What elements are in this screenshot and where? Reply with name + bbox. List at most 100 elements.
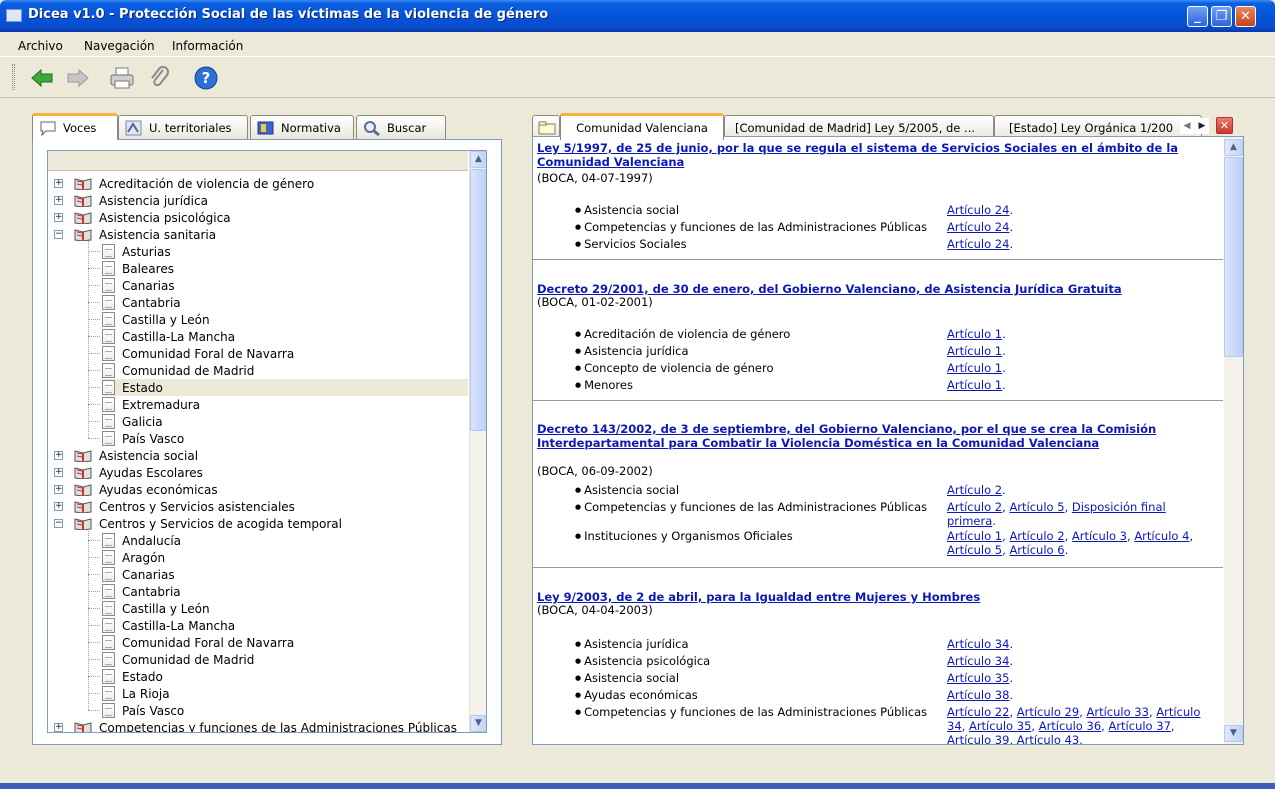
topic-tree[interactable]: + Acreditación de violencia de género + Asi… xyxy=(47,150,487,733)
article-link[interactable]: Artículo 5 xyxy=(1009,500,1064,514)
article-link[interactable]: Artículo 2 xyxy=(1009,529,1064,543)
close-tab-icon[interactable]: ✕ xyxy=(1216,117,1233,134)
tree-node-category[interactable]: + Asistencia psicológica xyxy=(54,209,231,226)
tree-node-region[interactable]: Castilla-La Mancha xyxy=(102,617,468,634)
tree-node-category[interactable]: + Ayudas económicas xyxy=(54,481,218,498)
expand-icon[interactable]: + xyxy=(54,723,63,732)
attach-button[interactable] xyxy=(146,64,174,92)
tree-node-category[interactable]: + Asistencia jurídica xyxy=(54,192,208,209)
article-link[interactable]: Artículo 1 xyxy=(947,327,1002,341)
article-link[interactable]: Artículo 1 xyxy=(947,344,1002,358)
tree-node-region[interactable]: Canarias xyxy=(102,277,468,294)
forward-button[interactable] xyxy=(64,64,92,92)
scroll-thumb[interactable] xyxy=(1224,157,1243,357)
scroll-thumb[interactable] xyxy=(470,169,486,431)
tab-buscar[interactable]: Buscar xyxy=(356,115,446,139)
tree-node-region[interactable]: Comunidad de Madrid xyxy=(102,362,468,379)
article-link[interactable]: Artículo 34 xyxy=(947,637,1009,651)
print-button[interactable] xyxy=(108,64,136,92)
article-link[interactable]: Artículo 43 xyxy=(1017,733,1079,744)
expand-icon[interactable]: + xyxy=(54,485,63,494)
collapse-icon[interactable]: − xyxy=(54,519,63,528)
tree-node-region[interactable]: La Rioja xyxy=(102,685,468,702)
tab-territoriales[interactable]: U. territoriales xyxy=(118,115,248,139)
article-link[interactable]: Artículo 38 xyxy=(947,688,1009,702)
article-link[interactable]: Artículo 5 xyxy=(947,543,1002,557)
expand-icon[interactable]: + xyxy=(54,502,63,511)
document-scrollbar[interactable]: ▲ ▼ xyxy=(1224,137,1243,744)
tree-node-region[interactable]: Castilla y León xyxy=(102,600,468,617)
article-link[interactable]: Artículo 35 xyxy=(947,671,1009,685)
tree-node-region[interactable]: Estado xyxy=(102,379,468,396)
maximize-button[interactable]: ❐ xyxy=(1211,6,1232,27)
expand-icon[interactable]: + xyxy=(54,213,63,222)
tab-voces[interactable]: Voces xyxy=(32,113,118,140)
article-link[interactable]: Artículo 1 xyxy=(947,529,1002,543)
doc-tab-comunidad-valenciana[interactable]: Comunidad Valenciana xyxy=(560,113,724,140)
tree-node-region[interactable]: Asturias xyxy=(102,243,468,260)
tree-node-category[interactable]: + Acreditación de violencia de género xyxy=(54,175,314,192)
article-link[interactable]: Artículo 22 xyxy=(947,705,1009,719)
close-button[interactable]: ✕ xyxy=(1235,6,1256,27)
minimize-button[interactable]: _ xyxy=(1187,6,1208,27)
expand-icon[interactable]: + xyxy=(54,179,63,188)
back-button[interactable] xyxy=(28,64,56,92)
article-link[interactable]: Artículo 34 xyxy=(947,654,1009,668)
tab-scroll-right-icon[interactable]: ▶ xyxy=(1195,118,1209,134)
tree-node-region[interactable]: Comunidad de Madrid xyxy=(102,651,468,668)
tree-node-region[interactable]: Castilla-La Mancha xyxy=(102,328,468,345)
tree-node-region[interactable]: Cantabria xyxy=(102,294,468,311)
expand-icon[interactable]: + xyxy=(54,468,63,477)
tree-node-region[interactable]: Extremadura xyxy=(102,396,468,413)
document-view[interactable]: Ley 5/1997, de 25 de junio, por la que s… xyxy=(532,136,1244,745)
article-link[interactable]: Artículo 24 xyxy=(947,237,1009,251)
tree-node-region[interactable]: Cantabria xyxy=(102,583,468,600)
scroll-down-button[interactable]: ▼ xyxy=(470,715,486,732)
collapse-icon[interactable]: − xyxy=(54,230,63,239)
article-link[interactable]: Artículo 35 xyxy=(969,719,1031,733)
article-link[interactable]: Artículo 1 xyxy=(947,361,1002,375)
tree-node-region[interactable]: Aragón xyxy=(102,549,468,566)
tree-node-region[interactable]: País Vasco xyxy=(102,430,468,447)
menu-informacion[interactable]: Información xyxy=(172,39,243,53)
article-link[interactable]: Artículo 3 xyxy=(1072,529,1127,543)
help-button[interactable]: ? xyxy=(192,64,220,92)
expand-icon[interactable]: + xyxy=(54,451,63,460)
tree-node-category[interactable]: + Ayudas Escolares xyxy=(54,464,203,481)
article-link[interactable]: Artículo 4 xyxy=(1134,529,1189,543)
article-link[interactable]: Artículo 24 xyxy=(947,220,1009,234)
menu-navegacion[interactable]: Navegación xyxy=(84,39,155,53)
tree-node-category[interactable]: + Asistencia social xyxy=(54,447,198,464)
title-bar[interactable]: Dicea v1.0 - Protección Social de las ví… xyxy=(0,0,1275,32)
menu-archivo[interactable]: Archivo xyxy=(18,39,63,53)
tree-node-region[interactable]: Comunidad Foral de Navarra xyxy=(102,345,468,362)
tree-node-region[interactable]: Comunidad Foral de Navarra xyxy=(102,634,468,651)
tree-node-region[interactable]: Estado xyxy=(102,668,468,685)
tree-node-category[interactable]: + Competencias y funciones de las Adminis… xyxy=(54,719,457,732)
law-title-link[interactable]: Ley 5/1997, de 25 de junio, por la que s… xyxy=(537,141,1217,169)
toolbar-grip[interactable] xyxy=(12,64,15,90)
tree-node-region[interactable]: Andalucía xyxy=(102,532,468,549)
article-link[interactable]: Artículo 2 xyxy=(947,483,1002,497)
article-link[interactable]: Artículo 39 xyxy=(947,733,1009,744)
tree-scrollbar[interactable]: ▲ ▼ xyxy=(469,151,486,732)
law-title-link[interactable]: Decreto 143/2002, de 3 de septiembre, de… xyxy=(537,422,1217,450)
tree-node-region[interactable]: País Vasco xyxy=(102,702,468,719)
article-link[interactable]: Artículo 37 xyxy=(1108,719,1170,733)
article-link[interactable]: Artículo 29 xyxy=(1017,705,1079,719)
tab-scroll-left-icon[interactable]: ◀ xyxy=(1180,118,1194,134)
article-link[interactable]: Artículo 6 xyxy=(1009,543,1064,557)
article-link[interactable]: Artículo 2 xyxy=(947,500,1002,514)
article-link[interactable]: Artículo 1 xyxy=(947,378,1002,392)
article-link[interactable]: Artículo 33 xyxy=(1087,705,1149,719)
law-title-link[interactable]: Decreto 29/2001, de 30 de enero, del Gob… xyxy=(537,282,1217,296)
expand-icon[interactable]: + xyxy=(54,196,63,205)
tree-node-region[interactable]: Baleares xyxy=(102,260,468,277)
article-link[interactable]: Artículo 24 xyxy=(947,203,1009,217)
law-title-link[interactable]: Ley 9/2003, de 2 de abril, para la Igual… xyxy=(537,590,1217,604)
tree-node-region[interactable]: Castilla y León xyxy=(102,311,468,328)
scroll-up-button[interactable]: ▲ xyxy=(1224,139,1243,156)
tree-node-region[interactable]: Canarias xyxy=(102,566,468,583)
tab-normativa[interactable]: Normativa xyxy=(250,115,354,139)
tree-node-region[interactable]: Galicia xyxy=(102,413,468,430)
